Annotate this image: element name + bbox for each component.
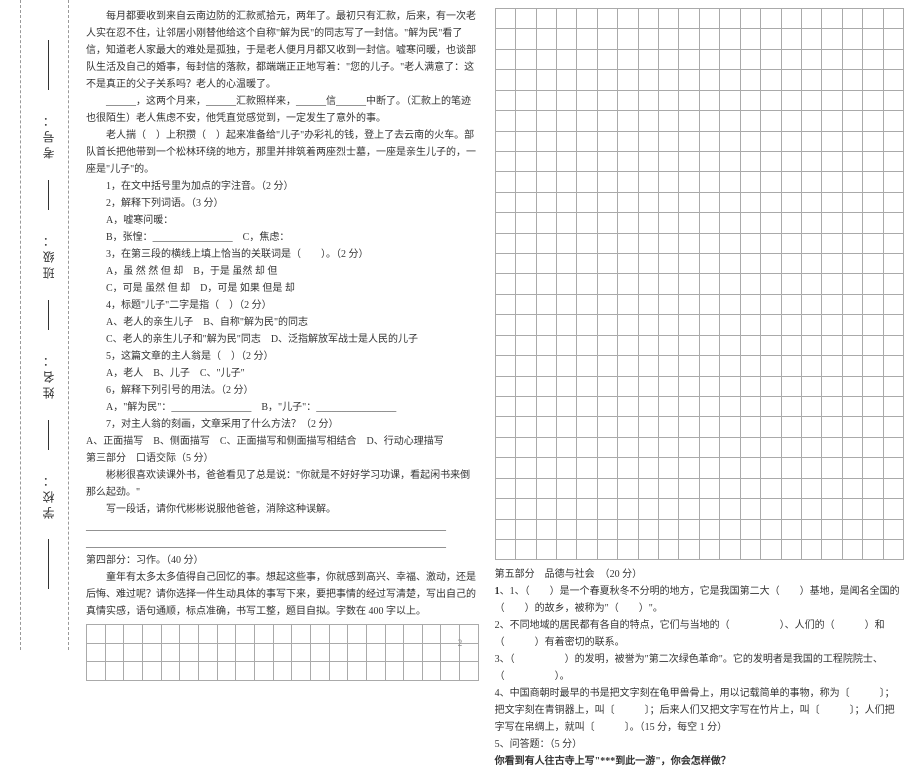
question-5: 5，这篇文章的主人翁是（ ）（2 分） [86, 348, 479, 365]
question-6: 6，解释下列引号的用法。（2 分） [86, 382, 479, 399]
question-7: 7，对主人翁的刻画，文章采用了什么方法？（2 分） [86, 416, 479, 433]
question-6-opts: A，"解为民"：________________ B，"儿子"：________… [86, 399, 479, 416]
question-4-opt-b: C、老人的亲生儿子和"解为民"同志 D、泛指解放军战士是人民的儿子 [86, 331, 479, 348]
right-q3: 3、（ ）的发明，被誉为"第二次绿色革命"。它的发明者是我国的工程院院士、（ ）… [495, 651, 904, 685]
section-4-title: 第四部分：习作。（40 分） [86, 552, 479, 569]
page-number: 2 [458, 638, 463, 648]
question-2: 2，解释下列词语。（3 分） [86, 195, 479, 212]
question-1: 1，在文中括号里为加点的字注音。（2 分） [86, 178, 479, 195]
question-2a: A，嘘寒问暖： [86, 212, 479, 229]
right-q5: 5、问答题：（5 分） [495, 736, 904, 753]
section-4-prompt: 童年有太多太多值得自己回忆的事。想起这些事，你就感到高兴、幸福、激动，还是后悔、… [86, 569, 479, 620]
binding-name: 姓名： [40, 351, 57, 399]
binding-class: 班级： [40, 231, 57, 279]
right-column: 第五部分 品德与社会 （20 分） 1、1、（ ）是一个春夏秋冬不分明的地方，它… [487, 8, 912, 642]
left-column: 每月都要收到来自云南边防的汇款贰拾元，两年了。最初只有汇款，后来，有一次老人实在… [78, 8, 487, 642]
section-5-title: 第五部分 品德与社会 （20 分） [495, 566, 904, 583]
page-body: 每月都要收到来自云南边防的汇款贰拾元，两年了。最初只有汇款，后来，有一次老人实在… [78, 8, 912, 642]
question-3: 3，在第三段的横线上填上恰当的关联词是（ ）。（2 分） [86, 246, 479, 263]
binding-school: 学校： [40, 471, 57, 519]
right-q5-prompt: 你看到有人往古寺上写"***到此一游"，你会怎样做？ [495, 753, 904, 770]
question-7-opts: A、正面描写 B、侧面描写 C、正面描写和侧面描写相结合 D、行动心理描写 [86, 433, 479, 450]
question-5-opts: A，老人 B、儿子 C、"儿子" [86, 365, 479, 382]
section-3-title: 第三部分 口语交际（5 分） [86, 450, 479, 467]
passage-para-2: ______，这两个月来，______汇款照样来，______信______中断… [86, 93, 479, 127]
writing-grid-right [495, 8, 904, 560]
right-q1-text: 1、（ ）是一个春夏秋冬不分明的地方，它是我国第二大（ ）基地，是闻名全国的（ … [495, 586, 900, 614]
binding-column: 考号： 班级： 姓名： 学校： [30, 0, 66, 650]
question-3-opt-a: A，虽 然 然 但 却 B，于是 虽然 却 但 [86, 263, 479, 280]
answer-line-1: ________________________________________… [86, 518, 479, 535]
question-2b: B，张惶：________________ C，焦虑： [86, 229, 479, 246]
question-4-opt-a: A、老人的亲生儿子 B、自称"解为民"的同志 [86, 314, 479, 331]
right-q2: 2、不同地域的居民都有各自的特点，它们与当地的（ ）、人们的（ ）和（ ）有着密… [495, 617, 904, 651]
section-3-para-2: 写一段话，请你代彬彬说服他爸爸，消除这种误解。 [86, 501, 479, 518]
right-q1: 1、1、（ ）是一个春夏秋冬不分明的地方，它是我国第二大（ ）基地，是闻名全国的… [495, 583, 904, 617]
question-3-opt-b: C，可是 虽然 但 却 D，可是 如果 但是 却 [86, 280, 479, 297]
writing-grid-left [86, 624, 479, 681]
passage-para-3: 老人揣（ ）上积攒（ ）起来准备给"儿子"办彩礼的钱，登上了去云南的火车。部队首… [86, 127, 479, 178]
question-4: 4，标题"儿子"二字是指（ ）（2 分） [86, 297, 479, 314]
passage-para-1: 每月都要收到来自云南边防的汇款贰拾元，两年了。最初只有汇款，后来，有一次老人实在… [86, 8, 479, 93]
answer-line-2: ________________________________________… [86, 535, 479, 552]
right-q4: 4、中国商朝时最早的书是把文字刻在龟甲兽骨上，用以记载简单的事物，称为〔 〕；把… [495, 685, 904, 736]
section-3-para-1: 彬彬很喜欢读课外书，爸爸看见了总是说："你就是不好好学习功课，看起闲书来倒那么起… [86, 467, 479, 501]
binding-examno: 考号： [40, 111, 57, 159]
